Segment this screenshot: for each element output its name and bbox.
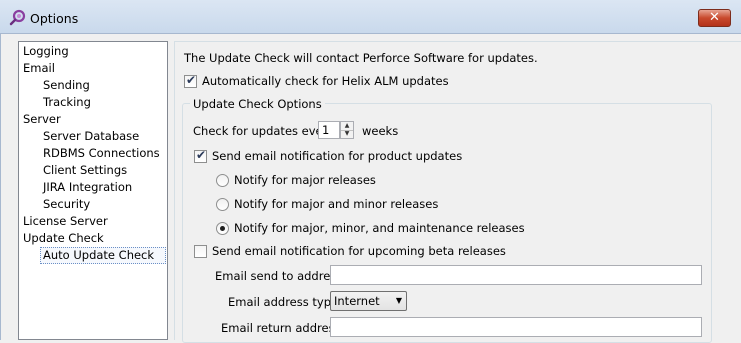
title-bar: Options ✕ (0, 0, 741, 34)
radio-major[interactable] (216, 174, 229, 187)
tree-item-update-check[interactable]: Update Check (23, 230, 104, 247)
frequency-suffix: weeks (362, 124, 399, 138)
radio-major-minor-maintenance[interactable] (216, 222, 229, 235)
tree-item-rdbms-connections[interactable]: RDBMS Connections (43, 145, 160, 162)
close-icon: ✕ (709, 10, 720, 25)
checkmark-icon: ✔ (196, 148, 207, 162)
tree-item-sending[interactable]: Sending (43, 77, 90, 94)
tree-item-server-database[interactable]: Server Database (43, 128, 139, 145)
app-icon (9, 9, 26, 26)
stepper-down-icon[interactable]: ▼ (341, 130, 353, 138)
radio-selected-dot (220, 226, 225, 231)
tree-item-client-settings[interactable]: Client Settings (43, 162, 127, 179)
frequency-input[interactable]: 1 (318, 121, 340, 139)
auto-check-label: Automatically check for Helix ALM update… (202, 74, 449, 88)
frequency-stepper[interactable]: ▲ ▼ (340, 121, 354, 139)
radio-major-label: Notify for major releases (234, 173, 376, 187)
tree-item-license-server[interactable]: License Server (23, 213, 108, 230)
email-type-value: Internet (334, 294, 380, 308)
tree-item-logging[interactable]: Logging (23, 43, 69, 60)
email-return-input[interactable] (330, 317, 702, 337)
frequency-prefix: Check for updates every (193, 124, 335, 138)
beta-updates-checkbox[interactable] (194, 245, 207, 258)
email-send-input[interactable] (330, 265, 702, 285)
intro-text: The Update Check will contact Perforce S… (184, 51, 538, 65)
email-type-select[interactable]: Internet ▼ (330, 291, 407, 311)
email-type-label: Email address type: (228, 295, 342, 309)
checkmark-icon: ✔ (186, 73, 197, 87)
email-send-label: Email send to address: (215, 269, 347, 283)
auto-check-checkbox[interactable]: ✔ (184, 73, 197, 88)
close-button[interactable]: ✕ (698, 9, 731, 27)
options-tree[interactable]: Logging Email Sending Tracking Server Se… (18, 41, 168, 340)
chevron-down-icon: ▼ (395, 296, 402, 305)
product-updates-label: Send email notification for product upda… (212, 149, 463, 163)
tree-item-security[interactable]: Security (43, 196, 90, 213)
radio-major-minor-maintenance-label: Notify for major, minor, and maintenance… (234, 221, 525, 235)
beta-updates-label: Send email notification for upcoming bet… (212, 244, 506, 258)
tree-item-server[interactable]: Server (23, 111, 61, 128)
tree-item-auto-update-check[interactable]: Auto Update Check (40, 247, 166, 264)
radio-major-minor[interactable] (216, 198, 229, 211)
tree-item-jira-integration[interactable]: JIRA Integration (43, 179, 132, 196)
email-return-label: Email return address: (221, 321, 345, 335)
tree-item-email[interactable]: Email (23, 60, 55, 77)
product-updates-checkbox[interactable]: ✔ (194, 148, 207, 163)
window-title: Options (30, 11, 79, 26)
radio-major-minor-label: Notify for major and minor releases (234, 197, 439, 211)
tree-item-tracking[interactable]: Tracking (43, 94, 91, 111)
group-title: Update Check Options (190, 97, 325, 111)
